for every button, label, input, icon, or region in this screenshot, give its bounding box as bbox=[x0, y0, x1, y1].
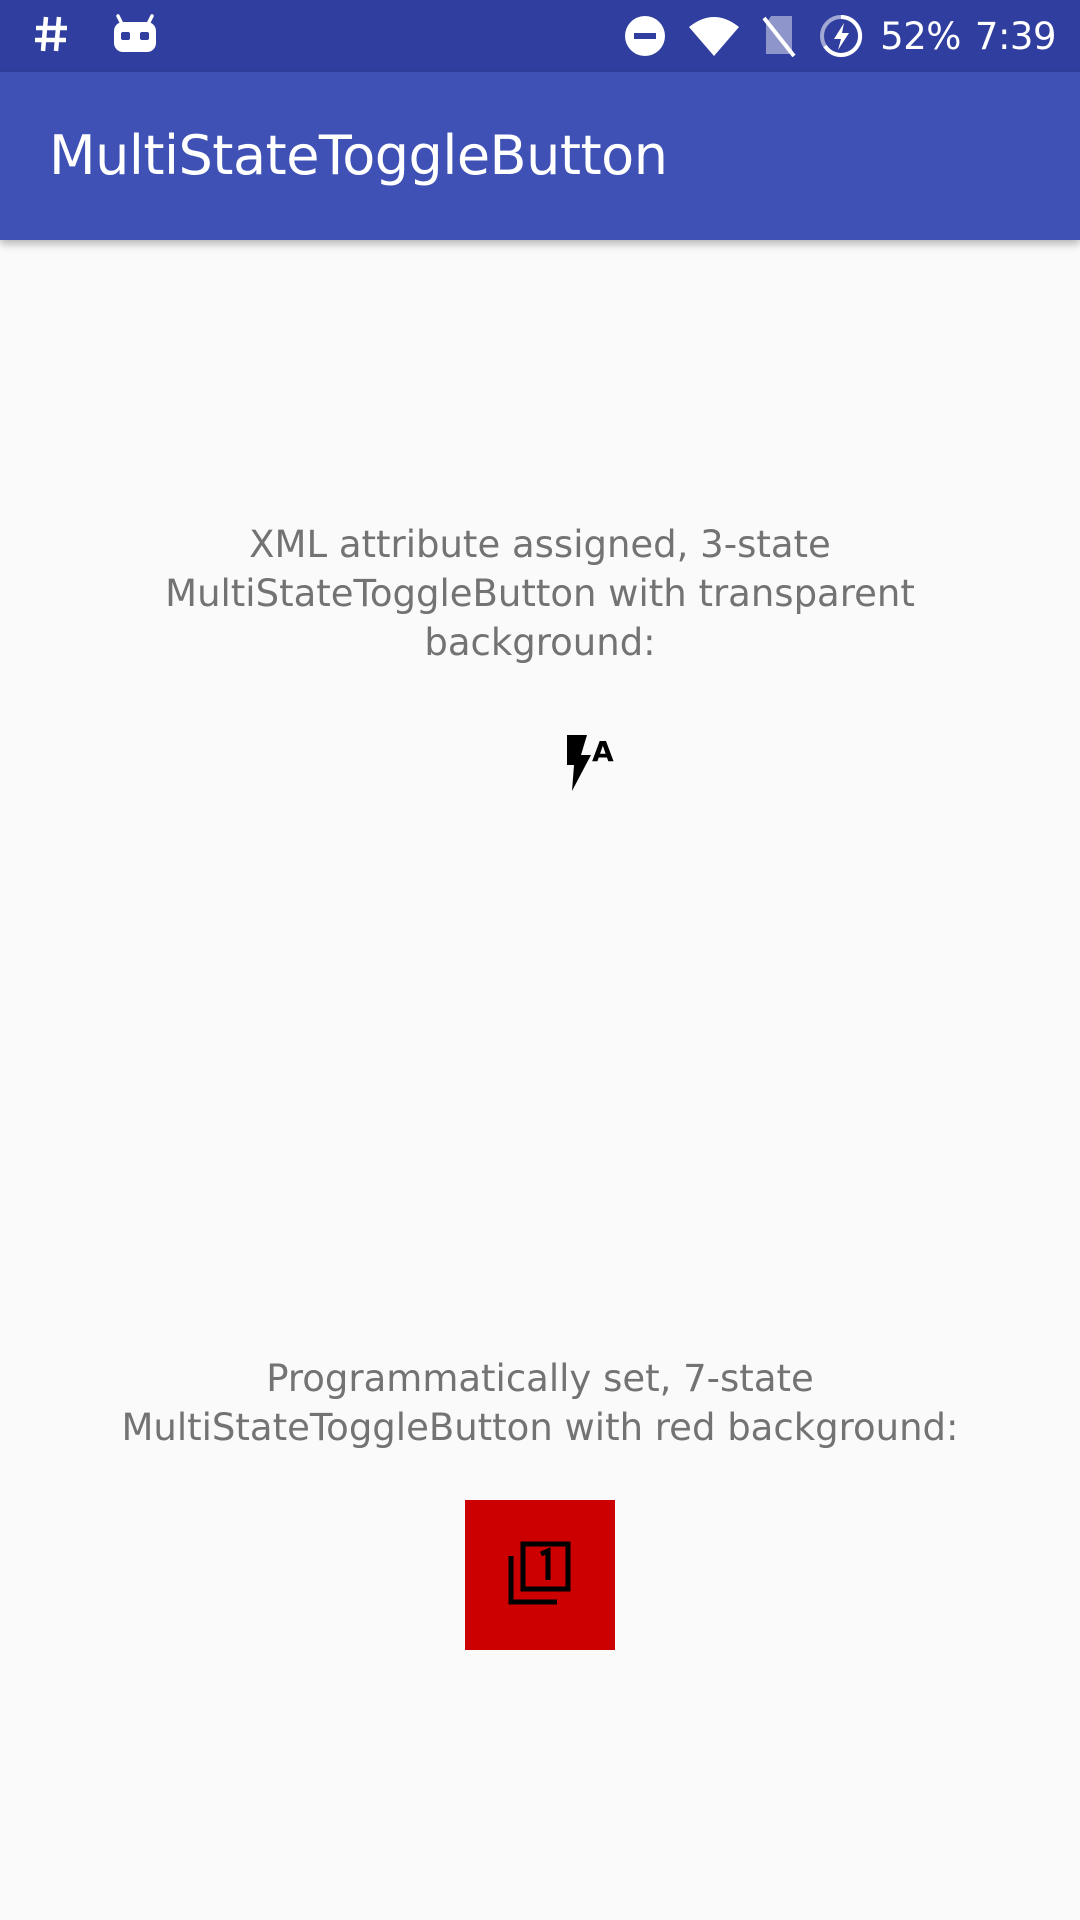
wifi-icon bbox=[688, 15, 740, 57]
battery-charging-icon bbox=[818, 13, 864, 59]
battery-percent: 52% bbox=[880, 14, 961, 58]
three-state-toggle-button[interactable]: A bbox=[540, 714, 630, 814]
status-bar: 52% 7:39 bbox=[0, 0, 1080, 72]
svg-text:A: A bbox=[592, 735, 614, 768]
caption-3-state: XML attribute assigned, 3-state MultiSta… bbox=[165, 523, 915, 664]
no-sim-icon bbox=[762, 14, 796, 58]
app-title: MultiStateToggleButton bbox=[49, 124, 668, 187]
filter-1-icon bbox=[506, 1539, 574, 1611]
app-bar: MultiStateToggleButton bbox=[0, 72, 1080, 240]
caption-7-state: Programmatically set, 7-state MultiState… bbox=[121, 1357, 959, 1449]
android-icon bbox=[112, 14, 158, 58]
seven-state-toggle-button[interactable] bbox=[465, 1500, 615, 1650]
flash-auto-icon: A bbox=[552, 729, 618, 799]
do-not-disturb-icon bbox=[624, 15, 666, 57]
hash-icon bbox=[34, 15, 68, 57]
clock: 7:39 bbox=[974, 14, 1057, 58]
